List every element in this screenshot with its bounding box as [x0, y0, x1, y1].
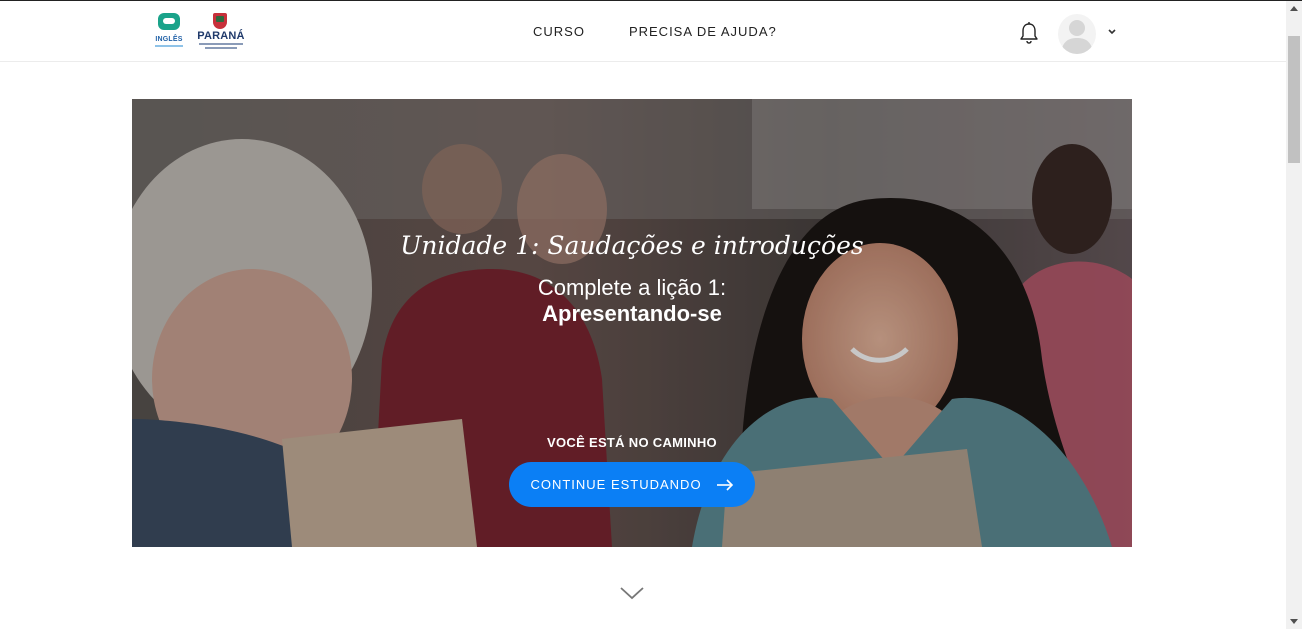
scroll-down-chevron-icon[interactable]: [619, 585, 645, 601]
scrollbar-thumb[interactable]: [1288, 36, 1300, 163]
lesson-prompt: Complete a lição 1:: [537, 275, 727, 300]
continue-studying-label: CONTINUE ESTUDANDO: [530, 477, 702, 492]
speech-bubble-icon: [158, 13, 180, 30]
continue-studying-button[interactable]: CONTINUE ESTUDANDO: [509, 462, 755, 507]
top-header: INGLÊS PARANÁ CURSO PRECISA DE AJUDA?: [0, 1, 1286, 62]
logo-parana-subline: [199, 43, 243, 45]
scroll-up-arrow-icon[interactable]: [1290, 6, 1298, 11]
logo-parana-subline-2: [205, 47, 237, 49]
parana-government-logo[interactable]: PARANÁ: [193, 13, 249, 53]
user-avatar[interactable]: [1058, 14, 1096, 54]
hero-banner: Unidade 1: Saudações e introduções Compl…: [132, 99, 1132, 547]
avatar-icon: [1061, 20, 1093, 54]
parana-crest-icon: [213, 13, 227, 29]
logo-ingles-text: INGLÊS: [155, 36, 183, 43]
nav-precisa-de-ajuda[interactable]: PRECISA DE AJUDA?: [629, 24, 777, 39]
logo-parana-text: PARANÁ: [197, 30, 245, 42]
bell-icon[interactable]: [1018, 21, 1040, 45]
scroll-down-arrow-icon[interactable]: [1290, 619, 1298, 624]
lesson-name: Apresentando-se: [542, 301, 722, 326]
nav-curso[interactable]: CURSO: [533, 24, 585, 39]
chevron-down-icon[interactable]: [1106, 27, 1118, 37]
logos: INGLÊS PARANÁ: [155, 13, 249, 53]
vertical-scrollbar[interactable]: [1286, 1, 1302, 629]
unit-title: Unidade 1: Saudações e introduções: [400, 231, 864, 260]
arrow-right-icon: [716, 478, 733, 491]
main-nav: CURSO PRECISA DE AJUDA?: [533, 24, 777, 39]
ingles-parana-logo[interactable]: INGLÊS: [155, 13, 183, 51]
progress-status: VOCÊ ESTÁ NO CAMINHO: [547, 435, 717, 450]
logo-ingles-underline: [155, 45, 183, 47]
